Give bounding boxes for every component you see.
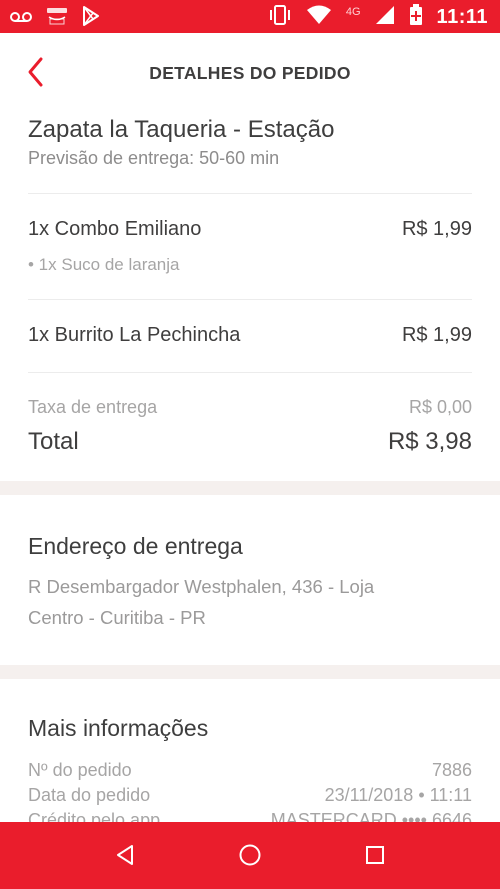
section-separator <box>0 481 500 495</box>
nav-home-icon <box>238 843 262 872</box>
total-value: R$ 3,98 <box>387 428 472 455</box>
amazon-icon <box>46 7 68 30</box>
order-item: 1x Combo Emiliano R$ 1,99 <box>28 218 472 241</box>
voicemail-icon <box>10 10 32 28</box>
delivery-fee-row: Taxa de entrega R$ 0,00 <box>28 397 472 418</box>
divider <box>28 372 472 373</box>
divider <box>28 299 472 300</box>
info-row: Nº do pedido 7886 <box>28 760 472 781</box>
address-line: Centro - Curitiba - PR <box>28 607 206 628</box>
order-number-value: 7886 <box>431 760 472 780</box>
more-info-heading: Mais informações <box>28 715 209 741</box>
nav-back-button[interactable] <box>108 840 142 874</box>
nav-back-icon <box>114 844 136 871</box>
clock: 11:11 <box>436 6 488 28</box>
address-line: R Desembargador Westphalen, 436 - Loja <box>28 576 375 597</box>
status-bar: 4G 11:11 <box>0 0 500 33</box>
divider <box>28 193 472 194</box>
battery-icon <box>409 4 423 31</box>
total-row: Total R$ 3,98 <box>28 428 472 456</box>
nav-recents-icon <box>365 845 385 870</box>
delivery-estimate: Previsão de entrega: 50-60 min <box>28 148 280 168</box>
address-heading: Endereço de entrega <box>28 533 243 559</box>
navigation-bar <box>0 822 500 889</box>
page-title: DETALHES DO PEDIDO <box>149 63 351 83</box>
delivery-fee-value: R$ 0,00 <box>408 397 472 417</box>
restaurant-name: Zapata la Taqueria - Estação <box>28 116 335 143</box>
item-name: 1x Combo Emiliano <box>28 218 202 240</box>
item-name: 1x Burrito La Pechincha <box>28 324 241 346</box>
play-store-icon <box>82 6 100 31</box>
order-date-label: Data do pedido <box>28 785 151 805</box>
order-date-value: 23/11/2018 • 11:11 <box>324 785 472 805</box>
signal-icon <box>375 5 395 30</box>
order-number-label: Nº do pedido <box>28 760 132 780</box>
wifi-icon <box>306 5 332 30</box>
vibrate-icon <box>268 4 292 31</box>
item-addon: • 1x Suco de laranja <box>28 255 180 274</box>
header: DETALHES DO PEDIDO <box>0 33 500 111</box>
item-price: R$ 1,99 <box>401 324 472 346</box>
nav-home-button[interactable] <box>233 840 267 874</box>
total-label: Total <box>28 428 79 455</box>
info-row: Data do pedido 23/11/2018 • 11:11 <box>28 785 472 806</box>
section-separator <box>0 665 500 679</box>
item-price: R$ 1,99 <box>401 218 472 240</box>
order-item: 1x Burrito La Pechincha R$ 1,99 <box>28 324 472 347</box>
network-type: 4G <box>345 5 361 18</box>
nav-recents-button[interactable] <box>358 840 392 874</box>
delivery-fee-label: Taxa de entrega <box>28 397 158 417</box>
